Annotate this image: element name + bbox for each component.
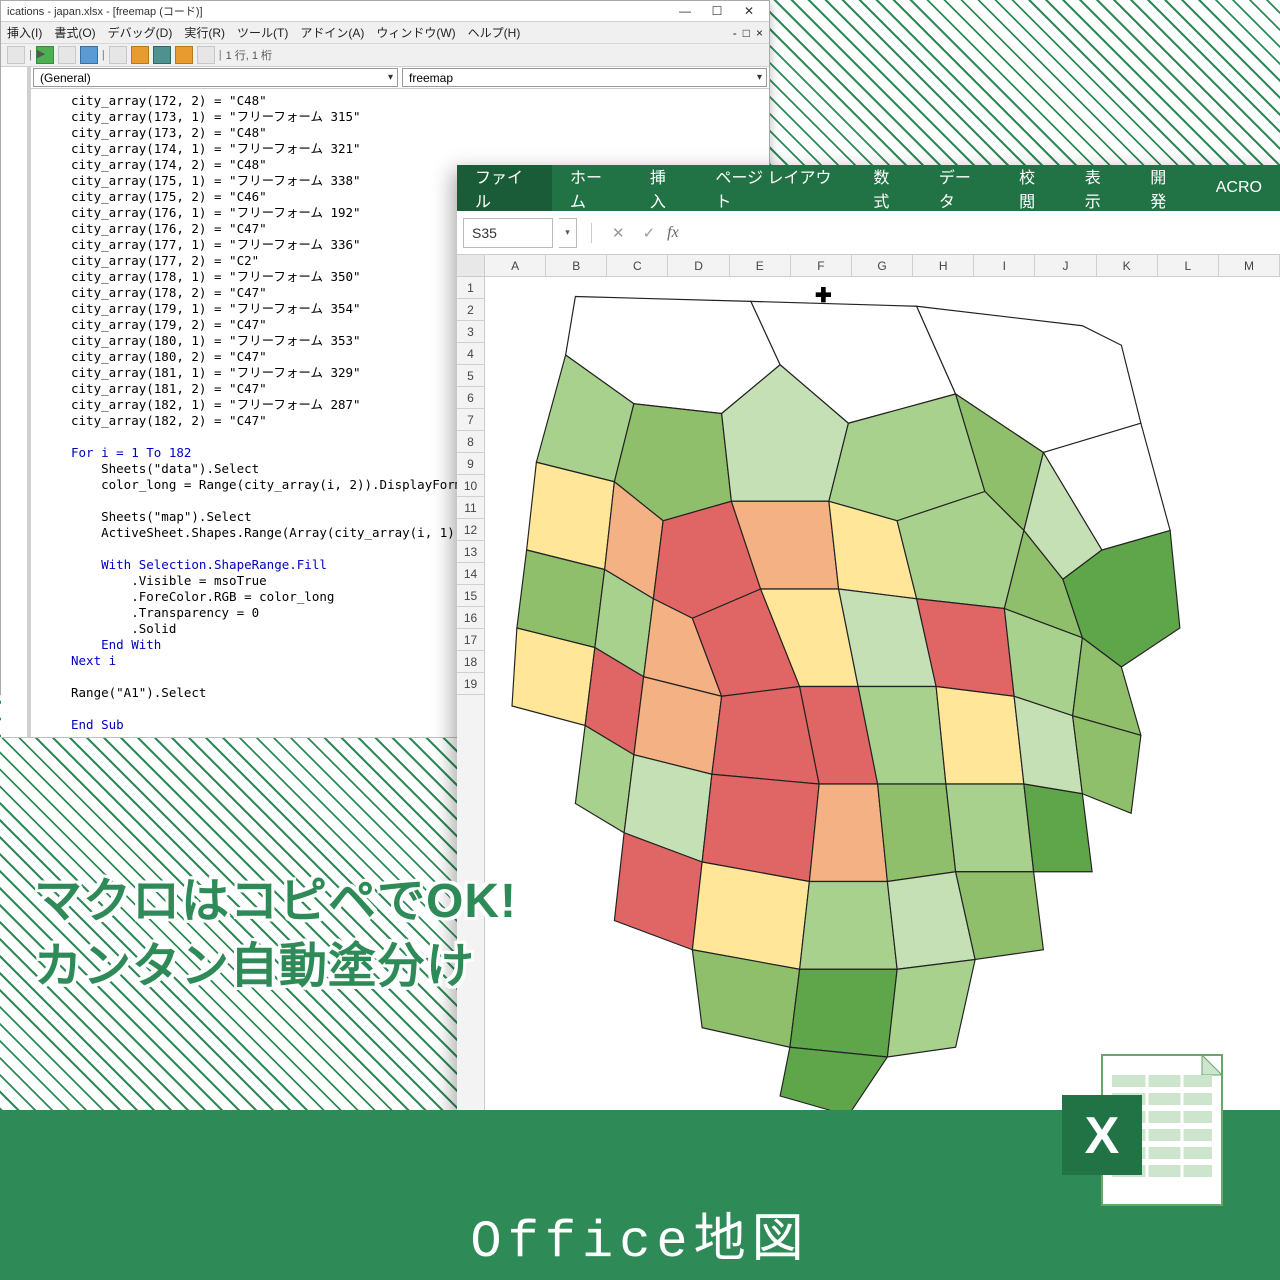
vbe-menu-bar[interactable]: 挿入(I) 書式(O) デバッグ(D) 実行(R) ツール(T) アドイン(A)…	[1, 22, 769, 44]
col-header[interactable]: G	[852, 255, 913, 276]
excel-icon-letter: X	[1085, 1107, 1120, 1165]
design-mode-button[interactable]	[109, 46, 127, 64]
excel-file-icon: X	[1052, 1045, 1232, 1230]
tb-btn-c[interactable]	[175, 46, 193, 64]
row-header[interactable]: 15	[457, 585, 484, 607]
menu-addins[interactable]: アドイン(A)	[300, 24, 364, 41]
vbe-project-explorer[interactable]	[1, 67, 31, 737]
row-headers[interactable]: 1 2 3 4 5 6 7 8 9 10 11 12 13 14 15 16 1…	[457, 277, 485, 1135]
row-header[interactable]: 11	[457, 497, 484, 519]
maximize-button[interactable]: ☐	[703, 1, 731, 21]
tab-home[interactable]: ホーム	[552, 165, 632, 211]
mdi-close-button[interactable]: ×	[756, 26, 763, 40]
menu-format[interactable]: 書式(O)	[54, 24, 95, 41]
bottom-label: Office地図	[470, 1196, 809, 1272]
row-header[interactable]: 9	[457, 453, 484, 475]
col-header[interactable]: L	[1158, 255, 1219, 276]
mdi-controls: - □ ×	[733, 26, 763, 40]
vbe-toolbar[interactable]: | ▶ | | 1 行, 1 桁	[1, 44, 769, 67]
formula-bar-row: S35 ▾ ✕ ✓ fx	[457, 211, 1280, 255]
row-header[interactable]: 18	[457, 651, 484, 673]
col-header[interactable]: J	[1035, 255, 1096, 276]
procedure-combo[interactable]: freemap	[402, 68, 767, 87]
col-header[interactable]: I	[974, 255, 1035, 276]
tb-btn-d[interactable]	[197, 46, 215, 64]
excel-window: ファイル ホーム 挿入 ページ レイアウト 数式 データ 校閲 表示 開発 AC…	[457, 165, 1280, 1135]
ribbon-tabs[interactable]: ファイル ホーム 挿入 ページ レイアウト 数式 データ 校閲 表示 開発 AC…	[457, 165, 1280, 211]
row-header[interactable]: 13	[457, 541, 484, 563]
pause-button[interactable]	[58, 46, 76, 64]
map-canvas[interactable]: ✚	[485, 277, 1280, 1135]
menu-debug[interactable]: デバッグ(D)	[108, 24, 173, 41]
row-header[interactable]: 1	[457, 277, 484, 299]
row-header[interactable]: 4	[457, 343, 484, 365]
col-header[interactable]: C	[607, 255, 668, 276]
row-header[interactable]: 17	[457, 629, 484, 651]
promo-text: マクロはコピペでOK! カンタン自動塗分け	[34, 870, 517, 1000]
col-header[interactable]: A	[485, 255, 546, 276]
choropleth-map	[485, 277, 1280, 1135]
menu-tools[interactable]: ツール(T)	[237, 24, 288, 41]
row-header[interactable]: 7	[457, 409, 484, 431]
vbe-title-text: ications - japan.xlsx - [freemap (コード)]	[7, 3, 671, 19]
col-header[interactable]: M	[1219, 255, 1280, 276]
window-controls: — ☐ ✕	[671, 1, 763, 21]
promo-line-1: マクロはコピペでOK!	[34, 870, 517, 935]
mdi-minimize-button[interactable]: -	[733, 26, 737, 40]
stop-button[interactable]	[80, 46, 98, 64]
minimize-button[interactable]: —	[671, 1, 699, 21]
row-header[interactable]: 14	[457, 563, 484, 585]
tab-developer[interactable]: 開発	[1132, 165, 1198, 211]
tab-view[interactable]: 表示	[1067, 165, 1133, 211]
tab-page-layout[interactable]: ページ レイアウト	[697, 165, 855, 211]
run-macro-button[interactable]: ▶	[36, 46, 54, 64]
mdi-restore-button[interactable]: □	[743, 26, 750, 40]
object-combo[interactable]: (General)	[33, 68, 398, 87]
menu-window[interactable]: ウィンドウ(W)	[376, 24, 455, 41]
promo-line-2: カンタン自動塗分け	[34, 935, 517, 1000]
row-header[interactable]: 8	[457, 431, 484, 453]
row-header[interactable]: 16	[457, 607, 484, 629]
column-headers[interactable]: A B C D E F G H I J K L M	[457, 255, 1280, 277]
close-button[interactable]: ✕	[735, 1, 763, 21]
col-header[interactable]: K	[1097, 255, 1158, 276]
row-header[interactable]: 10	[457, 475, 484, 497]
tab-insert[interactable]: 挿入	[632, 165, 698, 211]
col-header[interactable]: B	[546, 255, 607, 276]
tb-btn-b[interactable]	[153, 46, 171, 64]
tab-file[interactable]: ファイル	[457, 165, 552, 211]
confirm-formula-button[interactable]: ✓	[637, 224, 662, 242]
row-header[interactable]: 2	[457, 299, 484, 321]
col-header[interactable]: D	[668, 255, 729, 276]
name-box[interactable]: S35	[463, 218, 553, 248]
worksheet-area: A B C D E F G H I J K L M 1 2 3 4 5 6 7 …	[457, 255, 1280, 1135]
tab-formulas[interactable]: 数式	[855, 165, 921, 211]
vbe-titlebar[interactable]: ications - japan.xlsx - [freemap (コード)] …	[1, 1, 769, 22]
menu-run[interactable]: 実行(R)	[184, 24, 225, 41]
row-header[interactable]: 6	[457, 387, 484, 409]
col-header[interactable]: E	[730, 255, 791, 276]
col-header[interactable]: H	[913, 255, 974, 276]
toolbar-status: 1 行, 1 桁	[226, 47, 272, 63]
row-header[interactable]: 5	[457, 365, 484, 387]
tab-review[interactable]: 校閲	[1001, 165, 1067, 211]
fx-label[interactable]: fx	[667, 224, 679, 242]
name-box-dropdown[interactable]: ▾	[559, 218, 577, 248]
cancel-formula-button[interactable]: ✕	[606, 224, 631, 242]
row-header[interactable]: 3	[457, 321, 484, 343]
tab-data[interactable]: データ	[921, 165, 1001, 211]
tb-btn-a[interactable]	[131, 46, 149, 64]
row-header[interactable]: 12	[457, 519, 484, 541]
menu-help[interactable]: ヘルプ(H)	[468, 24, 521, 41]
col-header[interactable]: F	[791, 255, 852, 276]
toolbar-view-btn[interactable]	[7, 46, 25, 64]
tab-acrobat[interactable]: ACRO	[1198, 165, 1280, 211]
select-all-corner[interactable]	[457, 255, 485, 276]
row-header[interactable]: 19	[457, 673, 484, 695]
menu-insert[interactable]: 挿入(I)	[7, 24, 42, 41]
